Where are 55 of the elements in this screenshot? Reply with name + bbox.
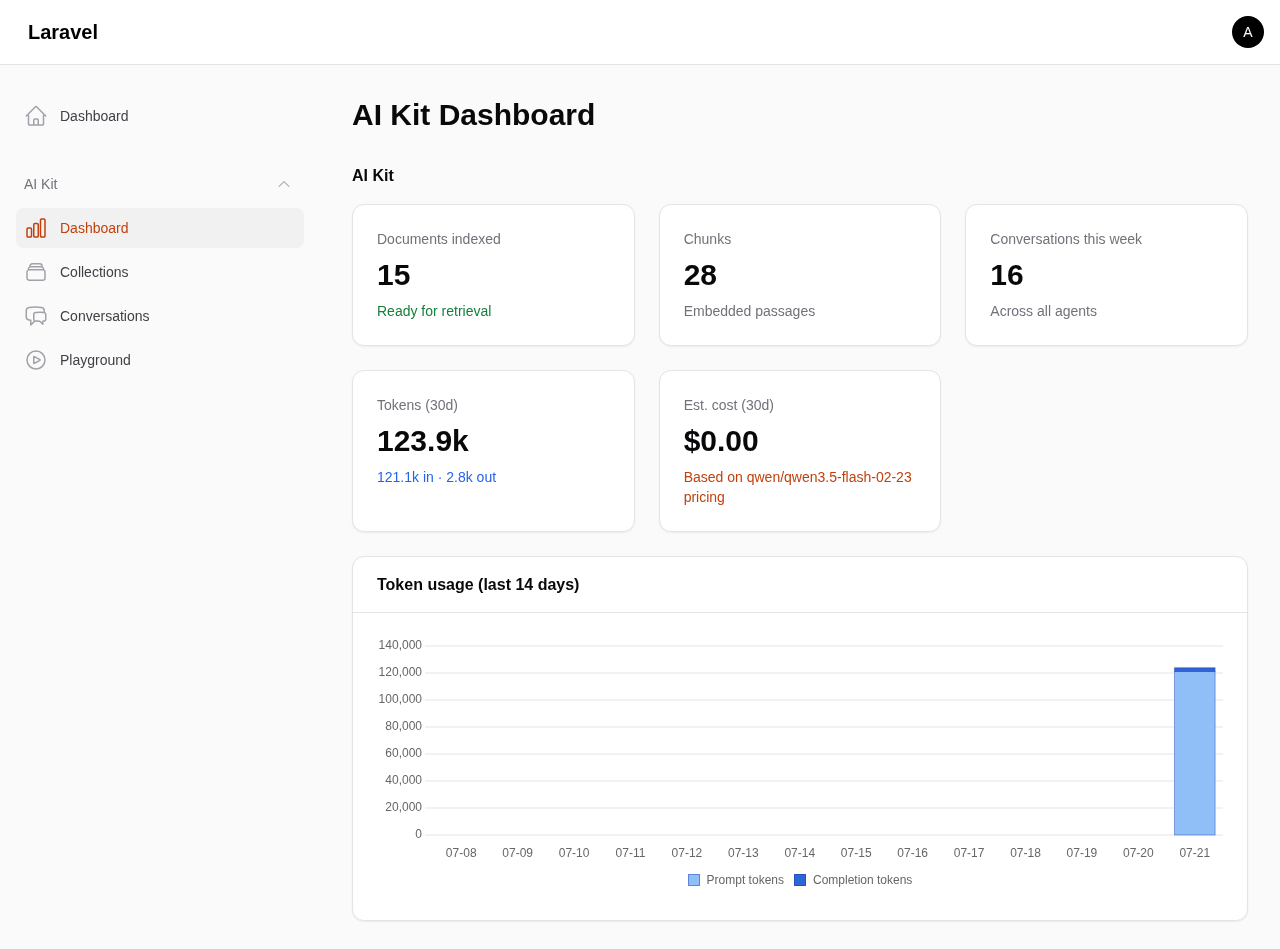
stat-label: Tokens (30d) — [377, 396, 459, 415]
axis-label: 80,000 — [385, 719, 422, 734]
axis-label: 07-14 — [784, 846, 816, 861]
stat-note: 121.1k in · 2.8k out — [377, 468, 498, 487]
axis-label: 40,000 — [385, 773, 422, 788]
axis-label: 07-08 — [445, 846, 477, 861]
axis-label: 20,000 — [385, 800, 422, 815]
nav-item[interactable]: Conversations — [16, 296, 304, 336]
axis-label: 07-16 — [897, 846, 928, 861]
user-avatar[interactable]: A — [1232, 16, 1264, 48]
app-name: Laravel — [28, 20, 99, 45]
nav-item[interactable]: Dashboard — [16, 208, 304, 248]
axis-label: 140,000 — [378, 638, 422, 653]
axis-label: 07-11 — [615, 846, 646, 861]
axis-label: 07-18 — [1010, 846, 1041, 861]
legend-label: Completion tokens — [813, 872, 913, 888]
stat-value: 16 — [990, 257, 1025, 293]
axis-label: 07-17 — [953, 846, 985, 861]
axis-label: 07-20 — [1123, 846, 1154, 861]
stat-note: Ready for retrieval — [377, 302, 493, 321]
group-toggle[interactable]: AI Kit — [16, 168, 304, 200]
axis-label: 60,000 — [385, 746, 422, 761]
nav-item[interactable]: Dashboard — [16, 96, 304, 136]
axis-label: 100,000 — [378, 692, 422, 707]
stat-value: $0.00 — [683, 423, 760, 459]
axis-label: 07-13 — [728, 846, 759, 861]
stat-note: Based on qwen/qwen3.5-flash-02-23 pricing — [683, 468, 913, 507]
stat-note: Embedded passages — [683, 302, 817, 321]
stat-value: 28 — [683, 257, 719, 293]
stat-note: Across all agents — [990, 302, 1098, 321]
section-title: AI Kit — [352, 166, 395, 186]
stat-label: Documents indexed — [377, 230, 502, 249]
stack-icon — [24, 260, 48, 284]
nav-item[interactable]: Playground — [16, 340, 304, 380]
home-icon — [24, 104, 48, 128]
legend-label: Prompt tokens — [706, 872, 784, 888]
axis-label: 07-19 — [1066, 846, 1098, 861]
stat-value: 15 — [377, 257, 412, 293]
axis-label: 07-21 — [1179, 846, 1211, 861]
axis-label: 0 — [415, 827, 422, 842]
play-circle-icon — [24, 348, 48, 372]
chat-bubbles-icon — [24, 304, 48, 328]
bar-chart-icon — [24, 216, 48, 240]
stat-value: 123.9k — [377, 423, 470, 459]
axis-label: 120,000 — [378, 665, 422, 680]
axis-label: 07-12 — [671, 846, 703, 861]
stat-label: Est. cost (30d) — [683, 396, 775, 415]
axis-label: 07-10 — [558, 846, 590, 861]
page-title: AI Kit Dashboard — [352, 97, 597, 133]
stat-label: Chunks — [683, 230, 733, 249]
nav-item[interactable]: Collections — [16, 252, 304, 292]
axis-label: 07-15 — [840, 846, 872, 861]
chart-title: Token usage (last 14 days) — [377, 574, 580, 595]
stat-label: Conversations this week — [990, 230, 1144, 249]
axis-label: 07-09 — [502, 846, 533, 861]
